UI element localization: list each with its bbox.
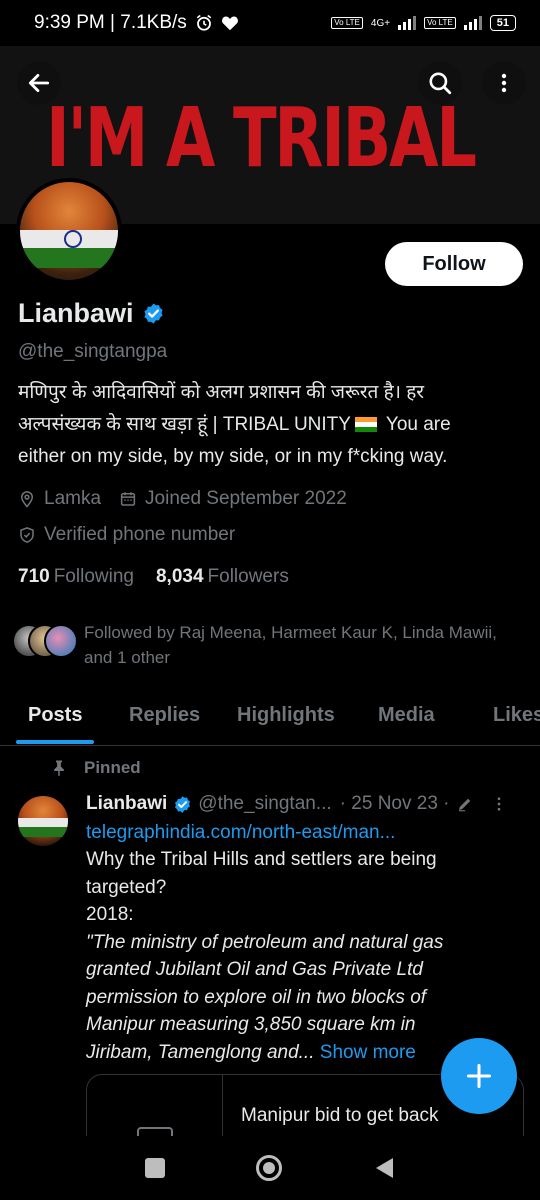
following-count: 710	[18, 566, 50, 587]
back-triangle-icon[interactable]	[373, 1156, 395, 1180]
location-text: Lamka	[44, 488, 102, 509]
link-card-title: Manipur bid to get back	[241, 1105, 439, 1126]
post-handle[interactable]: @the_singtan...	[198, 793, 331, 815]
followed-by-text[interactable]: Followed by Raj Meena, Harmeet Kaur K, L…	[84, 620, 534, 670]
verified-phone-text: Verified phone number	[44, 524, 236, 545]
battery-icon: 51	[489, 15, 516, 31]
followers-count: 8,034	[155, 566, 204, 587]
location-pin-icon	[20, 491, 34, 508]
tab-highlights[interactable]: Highlights	[237, 704, 335, 727]
search-button[interactable]	[418, 61, 462, 105]
status-time-speed: 9:39 PM | 7.1KB/s	[34, 12, 187, 33]
bio-line-2-pre: अल्पसंख्यक के साथ खड़ा हूं | TRIBAL UNIT…	[18, 414, 351, 435]
profile-avatar[interactable]	[16, 178, 122, 284]
volte-badge: Vo LTE	[331, 17, 363, 29]
post-quote-line-3: permission to explore oil in two blocks …	[86, 986, 427, 1008]
network-label: 4G+	[370, 17, 391, 29]
status-right: Vo LTE 4G+ Vo LTE 51	[331, 15, 516, 31]
status-bar: 9:39 PM | 7.1KB/s Vo LTE 4G+ Vo LTE 51	[0, 0, 540, 46]
alarm-icon	[196, 14, 212, 31]
post-body-line-3: 2018:	[86, 904, 134, 925]
tab-likes[interactable]: Likes	[493, 704, 540, 727]
post-external-link[interactable]: telegraphindia.com/north-east/man...	[86, 822, 395, 844]
show-more-link[interactable]: Show more	[320, 1042, 416, 1063]
post-avatar-flag-white	[18, 818, 68, 827]
pinned-label-row: Pinned	[50, 758, 141, 778]
status-left: 9:39 PM | 7.1KB/s	[34, 12, 239, 34]
more-vertical-icon	[501, 73, 507, 93]
tab-media[interactable]: Media	[378, 704, 435, 727]
followed-by-line-2: and 1 other	[84, 648, 171, 667]
heart-icon	[221, 16, 238, 31]
display-name-text: Lianbawi	[18, 298, 134, 328]
bio-line-2-post: You are	[385, 414, 451, 435]
bio: मणिपुर के आदिवासियों को अलग प्रशासन की ज…	[18, 377, 523, 473]
edited-pencil-icon[interactable]	[456, 795, 474, 813]
post-body-line-2: targeted?	[86, 876, 167, 898]
avatar-chakra	[64, 230, 82, 248]
post-more-icon[interactable]	[490, 795, 508, 813]
followed-by-line-1: Followed by Raj Meena, Harmeet Kaur K, L…	[84, 623, 497, 642]
back-button[interactable]	[17, 61, 61, 105]
meta-row-verified-phone: Verified phone number	[18, 524, 235, 546]
active-tab-indicator	[16, 740, 94, 744]
post-header: Lianbawi @the_singtan... · 25 Nov 23 ·	[86, 793, 526, 815]
post-quote-line-4: Manipur measuring 3,850 square km in	[86, 1014, 416, 1035]
signal-icon-2	[463, 16, 482, 30]
joined-text: Joined September 2022	[145, 488, 347, 509]
search-icon	[429, 72, 452, 95]
bio-line-1: मणिपुर के आदिवासियों को अलग प्रशासन की ज…	[18, 382, 425, 403]
system-nav-bar	[0, 1136, 540, 1200]
follow-stats: 710 Following 8,034 Followers	[18, 566, 289, 588]
volte-badge-2: Vo LTE	[424, 17, 456, 29]
verified-badge-icon[interactable]	[142, 302, 165, 325]
display-name: Lianbawi	[18, 298, 165, 329]
post-quote-line-1: "The ministry of petroleum and natural g…	[86, 931, 444, 953]
banner-text: I'M A TRIBAL	[46, 91, 477, 186]
shield-check-icon	[20, 527, 34, 543]
handle: @the_singtangpa	[18, 341, 168, 362]
followed-by-avatars[interactable]	[12, 624, 78, 660]
post-date: · 25 Nov 23 ·	[339, 793, 450, 814]
post-author[interactable]: Lianbawi	[86, 793, 167, 815]
plus-icon	[466, 1063, 492, 1089]
followers-label: Followers	[207, 566, 289, 587]
bio-line-2: अल्पसंख्यक के साथ खड़ा हूं | TRIBAL UNIT…	[18, 409, 523, 441]
post-body[interactable]: Why the Tribal Hills and settlers are be…	[86, 846, 526, 1066]
arrow-left-icon	[28, 74, 50, 92]
meta-row-location: Lamka Joined September 2022	[18, 488, 347, 510]
home-button[interactable]	[255, 1155, 282, 1181]
follower-avatar-3	[44, 624, 78, 658]
calendar-icon	[120, 492, 136, 506]
post-body-line-1: Why the Tribal Hills and settlers are be…	[86, 849, 437, 870]
post-verified-badge-icon	[175, 795, 191, 813]
bio-line-3: either on my side, by my side, or in my …	[18, 446, 448, 467]
followers-link[interactable]: 8,034 Followers	[156, 566, 289, 588]
post-quote-line-5: Jiribam, Tamenglong and...	[86, 1041, 315, 1063]
following-label: Following	[53, 566, 134, 587]
post-quote-line-2: granted Jubilant Oil and Gas Private Ltd	[86, 959, 423, 980]
profile-tabs: Posts Replies Highlights Media Likes	[0, 690, 540, 746]
pinned-label: Pinned	[84, 758, 141, 777]
avatar-flag-green	[20, 248, 118, 268]
compose-post-button[interactable]	[441, 1038, 517, 1114]
india-flag-icon	[354, 417, 377, 432]
following-link[interactable]: 710 Following	[18, 566, 134, 588]
pin-icon	[54, 760, 64, 777]
post-avatar[interactable]	[18, 796, 68, 846]
tab-posts[interactable]: Posts	[28, 704, 82, 727]
signal-icon	[398, 16, 417, 30]
post-avatar-flag-green	[18, 827, 68, 837]
follow-button[interactable]: Follow	[385, 242, 523, 286]
home-button-dot	[262, 1162, 275, 1174]
tab-replies[interactable]: Replies	[129, 704, 200, 727]
recents-button[interactable]	[145, 1158, 166, 1178]
more-options-button[interactable]	[482, 61, 526, 105]
